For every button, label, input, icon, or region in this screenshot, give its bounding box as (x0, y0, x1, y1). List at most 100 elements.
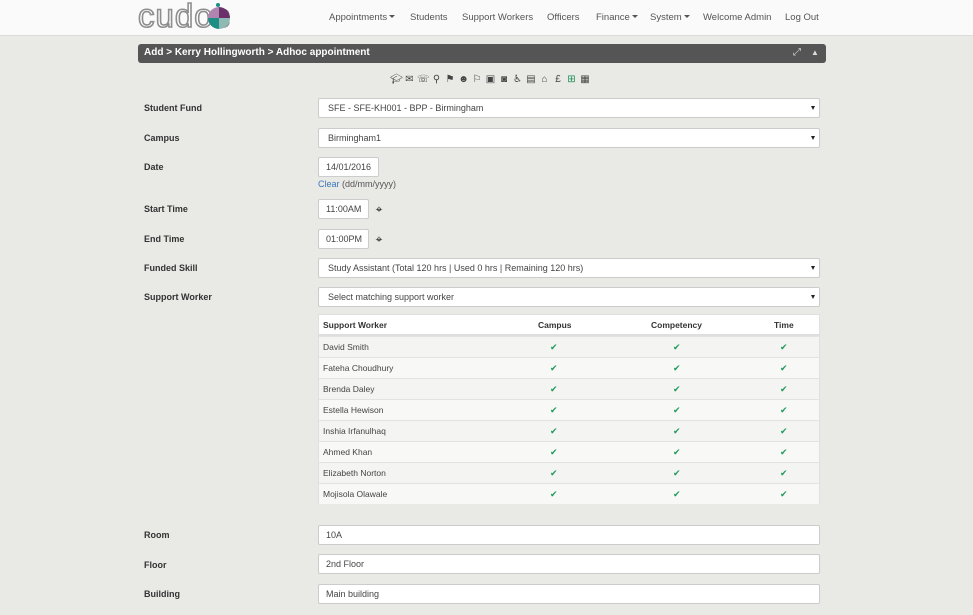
time-check-icon: ✔ (780, 342, 788, 352)
table-row[interactable]: Elizabeth Norton ✔ ✔ ✔ (319, 462, 819, 483)
col-time[interactable]: Time (774, 315, 794, 336)
users-icon[interactable]: ☻ (458, 74, 470, 86)
document-icon[interactable]: ▤ (525, 74, 537, 86)
time-check-icon: ✔ (780, 468, 788, 478)
nav-appointments[interactable]: Appointments (329, 12, 396, 23)
nav-students[interactable]: Students (410, 12, 448, 23)
dropdown-arrow-icon (811, 106, 815, 110)
campus-check-icon: ✔ (550, 489, 558, 499)
time-picker-icon[interactable]: ⌖ (373, 203, 385, 215)
pound-icon[interactable]: £ (552, 74, 564, 86)
envelope-icon[interactable]: ✉ (404, 74, 416, 86)
table-row[interactable]: David Smith ✔ ✔ ✔ (319, 336, 819, 357)
campus-check-icon: ✔ (550, 384, 558, 394)
campus-value: Birmingham1 (328, 133, 382, 143)
table-row[interactable]: Mojisola Olawale ✔ ✔ ✔ (319, 483, 819, 504)
pin-icon[interactable]: ⚑ (444, 74, 456, 86)
building-value: Main building (326, 589, 380, 599)
end-time-input[interactable]: 01:00PM (318, 229, 369, 249)
worker-name: Fateha Choudhury (323, 363, 394, 373)
dropdown-arrow-icon (811, 136, 815, 140)
col-campus[interactable]: Campus (538, 315, 572, 336)
nav-log-out[interactable]: Log Out (785, 12, 819, 23)
support-worker-placeholder: Select matching support worker (328, 292, 455, 302)
floor-input[interactable]: 2nd Floor (318, 554, 820, 574)
wheelchair-icon[interactable]: ♿ (512, 74, 524, 86)
bank-icon[interactable]: ⌂ (539, 74, 551, 86)
graduation-cap-icon[interactable]: 🎓︎ (390, 74, 403, 86)
map-pin-icon[interactable]: ⚐ (471, 74, 483, 86)
nav-finance[interactable]: Finance (596, 12, 638, 23)
nav-officers[interactable]: Officers (547, 12, 580, 23)
chevron-up-icon[interactable]: ▲ (811, 48, 819, 57)
logo-mark-icon (208, 3, 230, 29)
building-label: Building (144, 589, 180, 599)
campus-check-icon: ✔ (550, 342, 558, 352)
table-row[interactable]: Fateha Choudhury ✔ ✔ ✔ (319, 357, 819, 378)
col-competency[interactable]: Competency (651, 315, 702, 336)
room-value: 10A (326, 530, 343, 540)
time-check-icon: ✔ (780, 489, 788, 499)
table-header: Support Worker Campus Competency Time (319, 315, 819, 336)
funded-skill-select[interactable]: Study Assistant (Total 120 hrs | Used 0 … (318, 258, 820, 278)
calendar-plus-icon[interactable]: ⊞ (566, 74, 578, 86)
table-row[interactable]: Inshia Irfanulhaq ✔ ✔ ✔ (319, 420, 819, 441)
end-time-label: End Time (144, 234, 185, 244)
top-navbar: cudos Appointments Students Support Work… (0, 0, 973, 36)
support-worker-table: Support Worker Campus Competency Time Da… (318, 314, 820, 504)
date-input[interactable]: 14/01/2016 (318, 157, 379, 177)
worker-name: Brenda Daley (323, 384, 375, 394)
competency-check-icon: ✔ (673, 363, 681, 373)
time-check-icon: ✔ (780, 426, 788, 436)
time-check-icon: ✔ (780, 384, 788, 394)
col-support-worker[interactable]: Support Worker (323, 315, 387, 336)
room-input[interactable]: 10A (318, 525, 820, 545)
table-row[interactable]: Ahmed Khan ✔ ✔ ✔ (319, 441, 819, 462)
table-row[interactable]: Estella Hewison ✔ ✔ ✔ (319, 399, 819, 420)
clear-date-link[interactable]: Clear (318, 179, 340, 189)
date-label: Date (144, 162, 164, 172)
student-fund-select[interactable]: SFE - SFE-KH001 - BPP - Birmingham (318, 98, 820, 118)
support-worker-select[interactable]: Select matching support worker (318, 287, 820, 307)
table-row[interactable]: Brenda Daley ✔ ✔ ✔ (319, 378, 819, 399)
floor-value: 2nd Floor (326, 559, 365, 569)
date-hint: Clear (dd/mm/yyyy) (318, 179, 396, 189)
nav-system[interactable]: System (650, 12, 690, 23)
building-input[interactable]: Main building (318, 584, 820, 604)
phone-icon[interactable]: ☏ (417, 74, 430, 86)
cudos-logo[interactable]: cudos (137, 0, 260, 33)
nav-support-workers-label: Support Workers (462, 12, 534, 23)
caret-down-icon (631, 15, 638, 18)
time-picker-icon[interactable]: ⌖ (373, 233, 385, 245)
calendar-icon[interactable]: ▦ (579, 74, 591, 86)
competency-check-icon: ✔ (673, 405, 681, 415)
nav-support-workers[interactable]: Support Workers (462, 12, 533, 23)
campus-check-icon: ✔ (550, 447, 558, 457)
date-value: 14/01/2016 (326, 162, 372, 172)
expand-icon[interactable]: ⤢ (793, 47, 801, 58)
nav-welcome-admin[interactable]: Welcome Admin (703, 12, 771, 23)
time-check-icon: ✔ (780, 447, 788, 457)
phone-square-icon[interactable]: ◙ (498, 74, 510, 86)
nav-logout-label: Log Out (785, 12, 819, 23)
worker-name: Mojisola Olawale (323, 489, 388, 499)
floor-label: Floor (144, 560, 167, 570)
map-marker-icon[interactable]: ⚲ (431, 74, 443, 86)
start-time-value: 11:00AM (326, 204, 362, 214)
funded-skill-value: Study Assistant (Total 120 hrs | Used 0 … (328, 263, 584, 273)
worker-name: Inshia Irfanulhaq (323, 426, 386, 436)
id-card-icon[interactable]: ▣ (485, 74, 497, 86)
campus-check-icon: ✔ (550, 468, 558, 478)
time-check-icon: ✔ (780, 363, 788, 373)
student-fund-value: SFE - SFE-KH001 - BPP - Birmingham (328, 103, 484, 113)
caret-down-icon (683, 15, 690, 18)
competency-check-icon: ✔ (673, 384, 681, 394)
time-check-icon: ✔ (780, 405, 788, 415)
logo-spark-icon (216, 3, 220, 7)
competency-check-icon: ✔ (673, 468, 681, 478)
funded-skill-label: Funded Skill (144, 263, 198, 273)
competency-check-icon: ✔ (673, 447, 681, 457)
campus-select[interactable]: Birmingham1 (318, 128, 820, 148)
start-time-input[interactable]: 11:00AM (318, 199, 369, 219)
campus-check-icon: ✔ (550, 405, 558, 415)
